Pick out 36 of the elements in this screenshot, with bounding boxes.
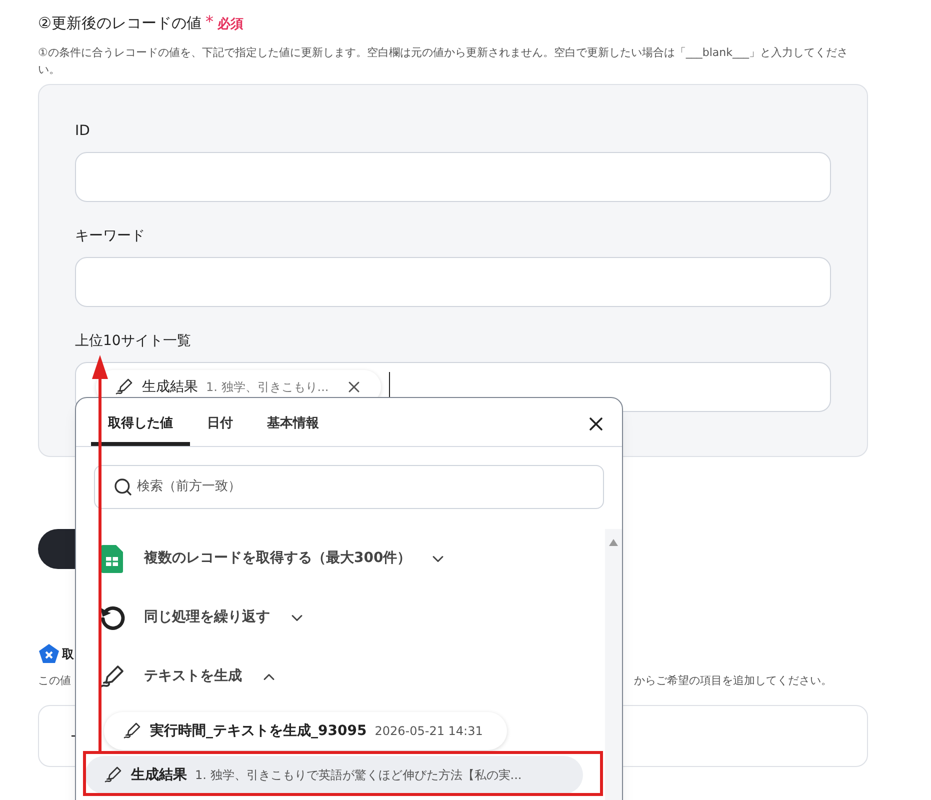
pen-icon bbox=[114, 377, 134, 397]
token-preview: 1. 独学、引きこもり... bbox=[206, 379, 329, 396]
section-description: からご希望の項目を追加してください。 bbox=[634, 673, 832, 689]
input-field[interactable] bbox=[75, 152, 831, 202]
group-title: テキストを生成 bbox=[144, 667, 242, 686]
group-row[interactable]: テキストを生成 bbox=[98, 647, 605, 706]
tab[interactable]: 取得した値 bbox=[91, 406, 190, 446]
scroll-up-icon[interactable] bbox=[609, 539, 618, 546]
field-label: キーワード bbox=[75, 227, 146, 246]
section-description: ①の条件に合うレコードの値を、下記で指定した値に更新します。空白欄は元の値から更新されません。空白で更新したい場合は「___blank___」と入力してください。 bbox=[38, 45, 849, 78]
group-title: 同じ処理を繰り返す bbox=[144, 608, 270, 627]
section-description: この値 bbox=[38, 673, 71, 689]
field-label: ID bbox=[75, 122, 91, 141]
required-label: 必須 bbox=[217, 16, 244, 34]
input-field[interactable] bbox=[75, 257, 831, 307]
group-row[interactable]: 同じ処理を繰り返す bbox=[98, 588, 605, 647]
group-title: 複数のレコードを取得する（最大300件） bbox=[144, 549, 412, 568]
token-name: 生成結果 bbox=[142, 378, 198, 396]
close-badge-icon bbox=[38, 643, 60, 665]
section-title: ②更新後のレコードの値 bbox=[38, 12, 202, 34]
pen-icon bbox=[103, 765, 123, 785]
item-name: 生成結果 bbox=[131, 766, 187, 784]
value-item[interactable]: 生成結果 1. 独学、引きこもりで英語が驚くほど伸びた方法【私の実... bbox=[85, 756, 583, 794]
spreadsheet-icon bbox=[101, 544, 123, 572]
pen-icon bbox=[122, 721, 142, 741]
search-icon bbox=[113, 477, 133, 497]
search-input[interactable]: 検索（前方一致） bbox=[137, 477, 585, 497]
section-title: 取 bbox=[62, 646, 74, 663]
value-item[interactable]: 実行時間_テキストを生成_93095 2026-05-21 14:31 bbox=[104, 712, 507, 750]
required-mark: * bbox=[205, 11, 214, 33]
item-name: 実行時間_テキストを生成_93095 bbox=[150, 722, 367, 740]
field-label: 上位10サイト一覧 bbox=[75, 332, 192, 351]
group-row[interactable]: 複数のレコードを取得する（最大300件） bbox=[98, 529, 605, 588]
search-field[interactable]: 検索（前方一致） bbox=[94, 465, 604, 509]
item-detail: 1. 独学、引きこもりで英語が驚くほど伸びた方法【私の実... bbox=[195, 767, 522, 784]
item-detail: 2026-05-21 14:31 bbox=[374, 723, 483, 740]
